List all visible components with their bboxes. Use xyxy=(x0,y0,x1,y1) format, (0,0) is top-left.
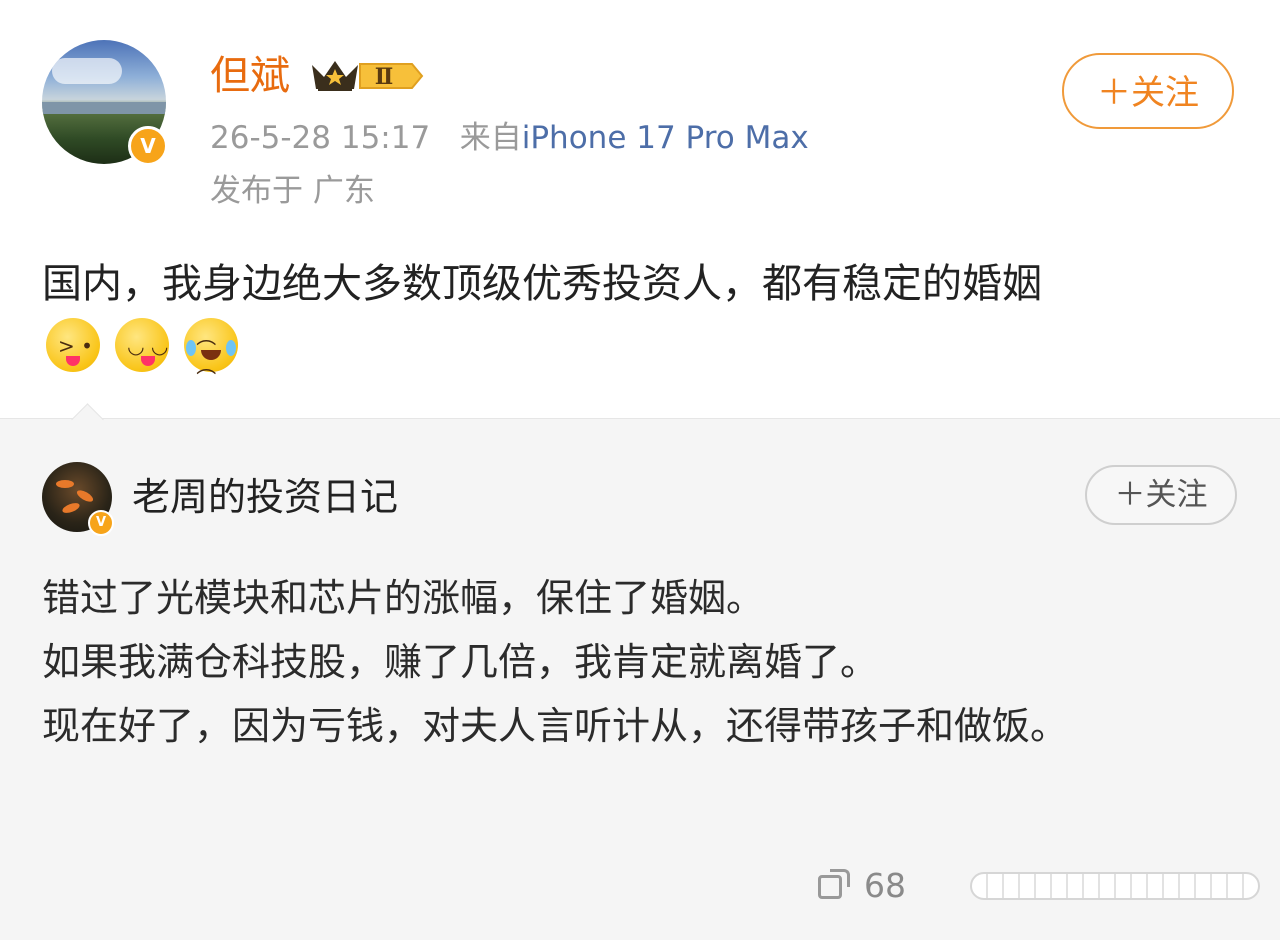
repost-text: 错过了光模块和芯片的涨幅，保住了婚姻。 如果我满仓科技股，赚了几倍，我肯定就离婚… xyxy=(42,566,1192,758)
tongue-out-emoji-icon: > • xyxy=(46,318,100,372)
post-meta: 26-5-28 15:17 来自iPhone 17 Pro Max xyxy=(210,118,809,158)
avatar-fish xyxy=(75,488,95,504)
rank-badge-text: Ⅱ xyxy=(375,64,394,90)
source-prefix: 来自 xyxy=(459,120,522,156)
laugh-cry-emoji-icon: ⌒ ⌒ xyxy=(184,318,239,391)
repost-verified-badge-icon: V xyxy=(88,510,114,536)
post-location: 发布于 广东 xyxy=(210,173,375,209)
verified-badge-icon: V xyxy=(128,126,168,166)
avatar-fish xyxy=(56,480,74,488)
post-username[interactable]: 但斌 xyxy=(210,52,290,100)
repost-footer: 68 xyxy=(818,862,906,908)
avatar-cloud xyxy=(52,58,122,84)
comment-bar[interactable] xyxy=(970,872,1260,900)
emoji-row: > • ◡ ◡ ⌒ ⌒ xyxy=(46,318,248,391)
main-post: V 但斌 Ⅱ ＋关注 26-5-28 15:17 来自iPhone 17 Pro… xyxy=(0,0,1280,418)
crown-rank-badge-icon: Ⅱ xyxy=(312,61,424,91)
repost-username[interactable]: 老周的投资日记 xyxy=(132,474,398,520)
avatar-lake xyxy=(42,102,166,114)
device-link[interactable]: iPhone 17 Pro Max xyxy=(522,120,809,156)
repost-line: 现在好了，因为亏钱，对夫人言听计从，还得带孩子和做饭。 xyxy=(42,704,1069,748)
repost-follow-button[interactable]: ＋关注 xyxy=(1085,465,1237,525)
post-text: 国内，我身边绝大多数顶级优秀投资人，都有稳定的婚姻 xyxy=(42,261,1042,307)
follow-button[interactable]: ＋关注 xyxy=(1062,53,1234,129)
repost-line: 如果我满仓科技股，赚了几倍，我肯定就离婚了。 xyxy=(42,640,879,684)
share-icon[interactable] xyxy=(818,869,850,901)
avatar-fish xyxy=(61,501,81,515)
yummy-emoji-icon: ◡ ◡ xyxy=(115,318,170,372)
repost-line: 错过了光模块和芯片的涨幅，保住了婚姻。 xyxy=(42,576,765,620)
share-count[interactable]: 68 xyxy=(864,866,906,905)
post-timestamp: 26-5-28 15:17 xyxy=(210,120,431,156)
